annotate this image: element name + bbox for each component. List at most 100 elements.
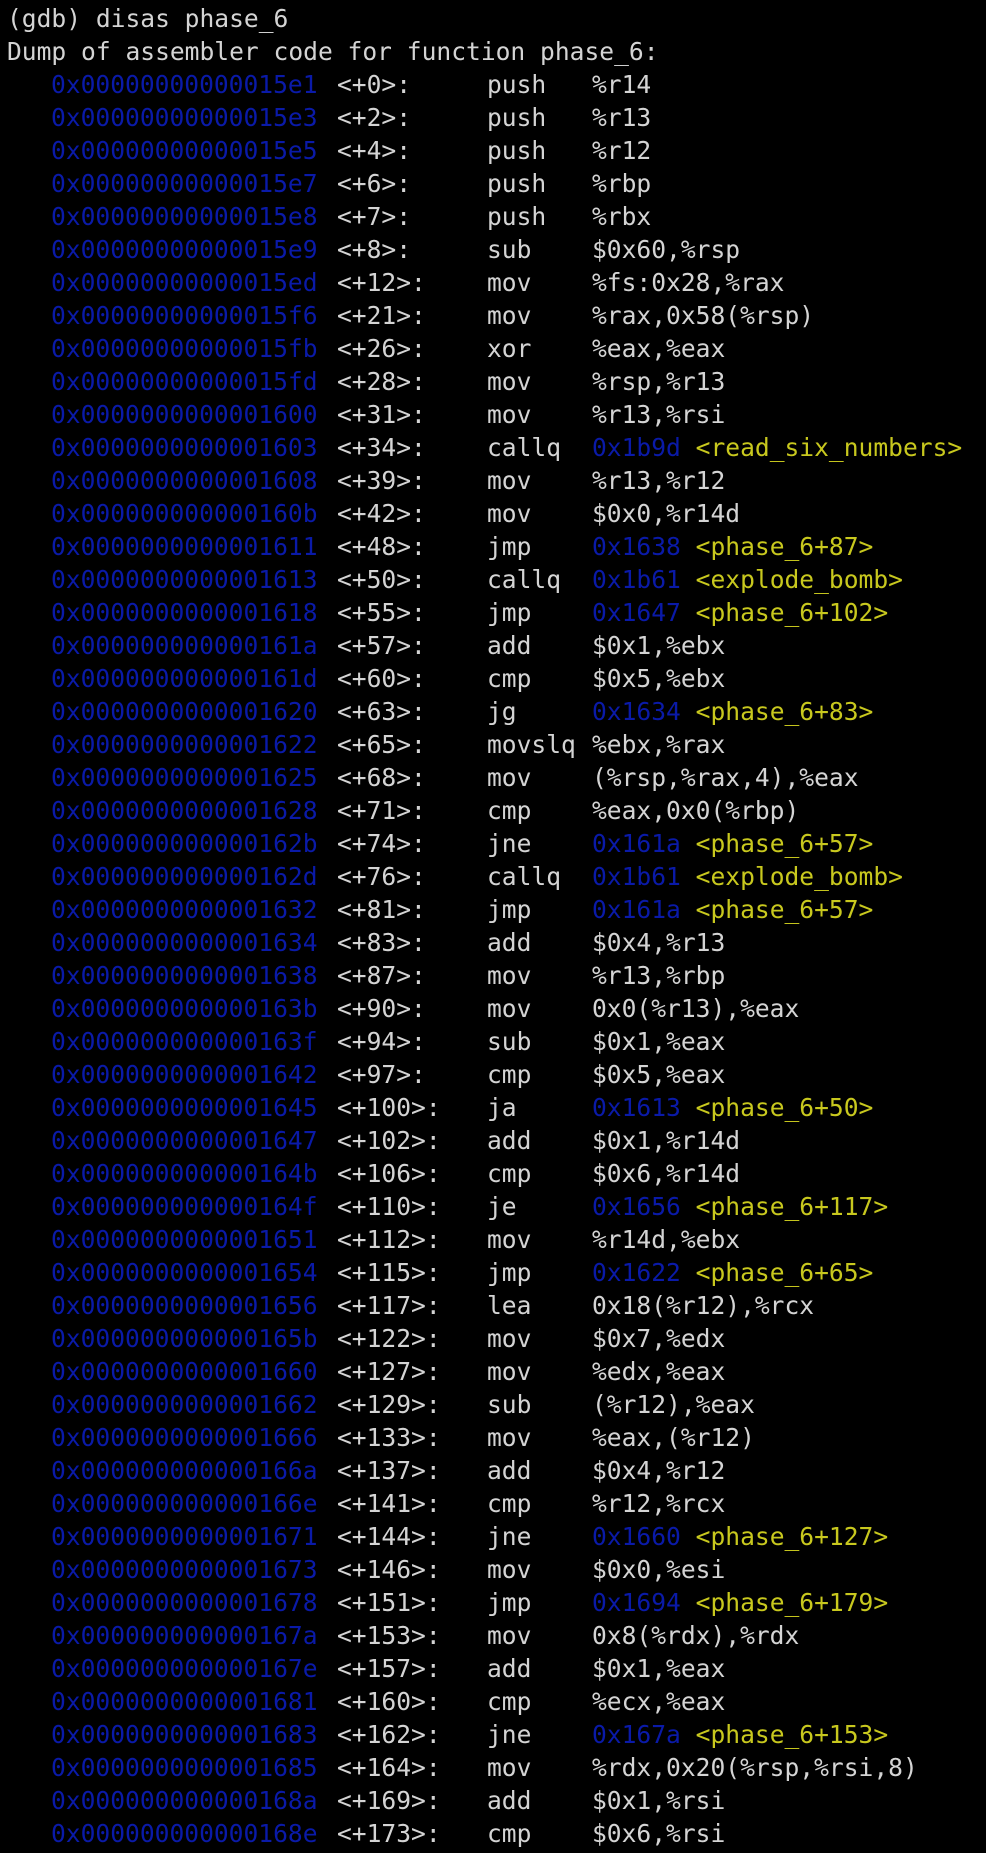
- asm-line: 0x0000000000001685 <+164>: mov %rdx,0x20(%r…: [7, 1751, 986, 1784]
- instruction-mnemonic: cmp: [487, 796, 532, 825]
- instruction-operands: %rax,0x58(%rsp): [592, 301, 815, 330]
- instruction-address: 0x0000000000001613: [51, 565, 318, 594]
- instruction-address: 0x0000000000001600: [51, 400, 318, 429]
- asm-line: 0x000000000000164f <+110>: je 0x1656 <phase…: [7, 1190, 986, 1223]
- instruction-mnemonic: sub: [487, 1027, 532, 1056]
- instruction-address: 0x000000000000163f: [51, 1027, 318, 1056]
- instruction-address: 0x0000000000001681: [51, 1687, 318, 1716]
- asm-line: 0x0000000000001673 <+146>: mov $0x0,%esi: [7, 1553, 986, 1586]
- instruction-mnemonic: cmp: [487, 1819, 532, 1848]
- instruction-address: 0x000000000000162b: [51, 829, 318, 858]
- instruction-address: 0x00000000000015fb: [51, 334, 318, 363]
- asm-line: 0x0000000000001683 <+162>: jne 0x167a <phas…: [7, 1718, 986, 1751]
- instruction-operands: %fs:0x28,%rax: [592, 268, 785, 297]
- instruction-mnemonic: jmp: [487, 598, 532, 627]
- instruction-offset: <+129>:: [337, 1390, 441, 1419]
- asm-line: 0x00000000000015fd <+28>: mov %rsp,%r13: [7, 365, 986, 398]
- instruction-address: 0x0000000000001632: [51, 895, 318, 924]
- jump-target-symbol: <phase_6+50>: [695, 1093, 874, 1122]
- instruction-operands: 0x167a <phase_6+153>: [592, 1718, 888, 1751]
- instruction-address: 0x000000000000164b: [51, 1159, 318, 1188]
- instruction-address: 0x0000000000001666: [51, 1423, 318, 1452]
- asm-line: 0x00000000000015e5 <+4>: push %r12: [7, 134, 986, 167]
- instruction-operands: 0x1b9d <read_six_numbers>: [592, 431, 962, 464]
- asm-line: 0x0000000000001666 <+133>: mov %eax,(%r12): [7, 1421, 986, 1454]
- instruction-mnemonic: sub: [487, 1390, 532, 1419]
- instruction-address: 0x0000000000001634: [51, 928, 318, 957]
- instruction-mnemonic: add: [487, 1786, 532, 1815]
- instruction-offset: <+57>:: [337, 631, 426, 660]
- asm-line: 0x00000000000015e7 <+6>: push %rbp: [7, 167, 986, 200]
- instruction-mnemonic: add: [487, 631, 532, 660]
- instruction-address: 0x0000000000001645: [51, 1093, 318, 1122]
- jump-target-symbol: <phase_6+83>: [695, 697, 874, 726]
- instruction-mnemonic: jne: [487, 1522, 532, 1551]
- instruction-address: 0x0000000000001685: [51, 1753, 318, 1782]
- instruction-offset: <+68>:: [337, 763, 426, 792]
- gdb-terminal[interactable]: (gdb) disas phase_6 Dump of assembler co…: [0, 0, 986, 1853]
- instruction-mnemonic: mov: [487, 1324, 532, 1353]
- asm-line: 0x0000000000001638 <+87>: mov %r13,%rbp: [7, 959, 986, 992]
- instruction-mnemonic: mov: [487, 1357, 532, 1386]
- instruction-mnemonic: add: [487, 928, 532, 957]
- instruction-mnemonic: cmp: [487, 1060, 532, 1089]
- instruction-operands: $0x4,%r13: [592, 928, 726, 957]
- jump-target-symbol: <phase_6+65>: [695, 1258, 874, 1287]
- instruction-mnemonic: lea: [487, 1291, 532, 1320]
- asm-line: 0x0000000000001628 <+71>: cmp %eax,0x0(%rbp…: [7, 794, 986, 827]
- asm-line: 0x0000000000001656 <+117>: lea 0x18(%r12),%…: [7, 1289, 986, 1322]
- instruction-offset: <+63>:: [337, 697, 426, 726]
- asm-line: 0x0000000000001603 <+34>: callq 0x1b9d <rea…: [7, 431, 986, 464]
- asm-line: 0x0000000000001600 <+31>: mov %r13,%rsi: [7, 398, 986, 431]
- instruction-operands: 0x18(%r12),%rcx: [592, 1291, 815, 1320]
- asm-line: 0x000000000000165b <+122>: mov $0x7,%edx: [7, 1322, 986, 1355]
- asm-line: 0x0000000000001662 <+129>: sub (%r12),%eax: [7, 1388, 986, 1421]
- instruction-address: 0x0000000000001662: [51, 1390, 318, 1419]
- asm-line: 0x0000000000001645 <+100>: ja 0x1613 <phase…: [7, 1091, 986, 1124]
- instruction-mnemonic: add: [487, 1654, 532, 1683]
- asm-line: 0x0000000000001660 <+127>: mov %edx,%eax: [7, 1355, 986, 1388]
- instruction-offset: <+157>:: [337, 1654, 441, 1683]
- instruction-address: 0x000000000000164f: [51, 1192, 318, 1221]
- asm-line: 0x000000000000163f <+94>: sub $0x1,%eax: [7, 1025, 986, 1058]
- instruction-offset: <+94>:: [337, 1027, 426, 1056]
- asm-line: 0x0000000000001642 <+97>: cmp $0x5,%eax: [7, 1058, 986, 1091]
- instruction-mnemonic: mov: [487, 1621, 532, 1650]
- instruction-mnemonic: push: [487, 70, 547, 99]
- asm-line: 0x0000000000001647 <+102>: add $0x1,%r14d: [7, 1124, 986, 1157]
- instruction-address: 0x0000000000001654: [51, 1258, 318, 1287]
- instruction-operands: $0x6,%rsi: [592, 1819, 726, 1848]
- instruction-operands: $0x0,%esi: [592, 1555, 726, 1584]
- instruction-mnemonic: add: [487, 1126, 532, 1155]
- instruction-offset: <+65>:: [337, 730, 426, 759]
- instruction-offset: <+115>:: [337, 1258, 441, 1287]
- instruction-offset: <+42>:: [337, 499, 426, 528]
- instruction-offset: <+48>:: [337, 532, 426, 561]
- instruction-offset: <+144>:: [337, 1522, 441, 1551]
- instruction-operands: $0x1,%ebx: [592, 631, 726, 660]
- instruction-offset: <+2>:: [337, 103, 412, 132]
- instruction-address: 0x0000000000001683: [51, 1720, 318, 1749]
- instruction-offset: <+90>:: [337, 994, 426, 1023]
- instruction-mnemonic: jmp: [487, 532, 532, 561]
- asm-line: 0x000000000000166e <+141>: cmp %r12,%rcx: [7, 1487, 986, 1520]
- instruction-operands: 0x1638 <phase_6+87>: [592, 530, 873, 563]
- asm-line: 0x00000000000015ed <+12>: mov %fs:0x28,%rax: [7, 266, 986, 299]
- instruction-address: 0x000000000000167e: [51, 1654, 318, 1683]
- jump-target-symbol: <phase_6+102>: [695, 598, 889, 627]
- asm-line: 0x0000000000001613 <+50>: callq 0x1b61 <exp…: [7, 563, 986, 596]
- instruction-address: 0x0000000000001671: [51, 1522, 318, 1551]
- asm-line: 0x0000000000001632 <+81>: jmp 0x161a <phase…: [7, 893, 986, 926]
- instruction-operands: $0x1,%r14d: [592, 1126, 741, 1155]
- jump-target-address: 0x1b61: [592, 565, 681, 594]
- instruction-operands: %eax,%eax: [592, 334, 726, 363]
- jump-target-address: 0x167a: [592, 1720, 681, 1749]
- asm-line: 0x0000000000001654 <+115>: jmp 0x1622 <phas…: [7, 1256, 986, 1289]
- jump-target-symbol: <phase_6+127>: [695, 1522, 889, 1551]
- jump-target-symbol: <phase_6+57>: [695, 829, 874, 858]
- instruction-mnemonic: add: [487, 1456, 532, 1485]
- instruction-mnemonic: cmp: [487, 1687, 532, 1716]
- asm-line: 0x000000000000161d <+60>: cmp $0x5,%ebx: [7, 662, 986, 695]
- instruction-address: 0x00000000000015e9: [51, 235, 318, 264]
- instruction-address: 0x0000000000001638: [51, 961, 318, 990]
